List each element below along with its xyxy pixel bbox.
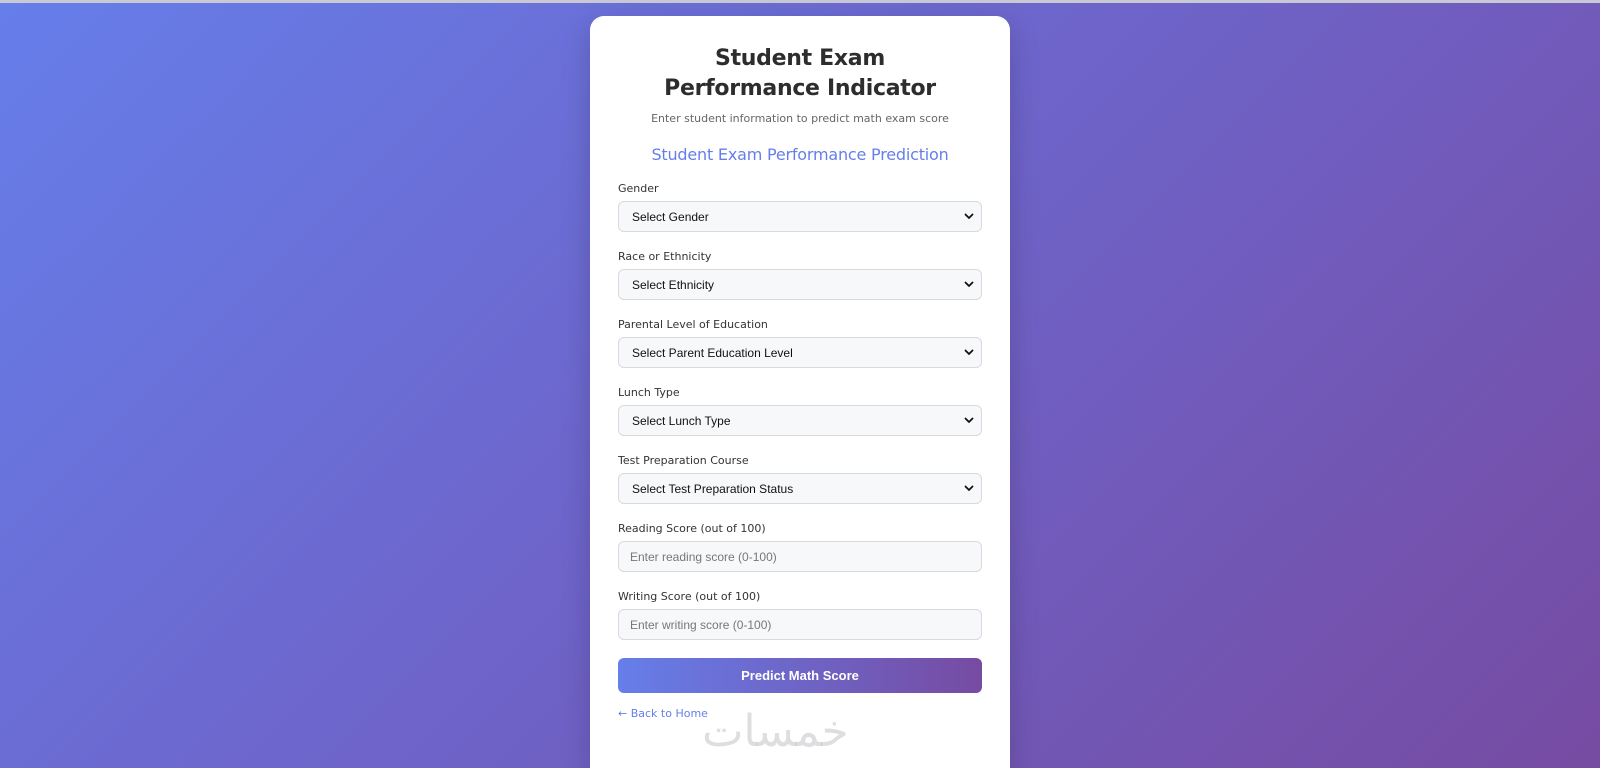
back-home-link[interactable]: ← Back to Home — [618, 707, 708, 720]
page-title: Student Exam Performance Indicator — [664, 46, 936, 101]
prediction-form: Gender Select Gender Race or Ethnicity S… — [618, 182, 982, 721]
parental-education-select-value: Select Parent Education Level — [632, 345, 793, 360]
lunch-select-value: Select Lunch Type — [632, 413, 731, 428]
test-prep-label: Test Preparation Course — [618, 454, 749, 467]
gender-label: Gender — [618, 182, 659, 195]
writing-score-placeholder: Enter writing score (0-100) — [630, 617, 772, 632]
lunch-label: Lunch Type — [618, 386, 680, 399]
chevron-down-icon — [964, 213, 974, 219]
test-prep-select-value: Select Test Preparation Status — [632, 481, 794, 496]
writing-score-label: Writing Score (out of 100) — [618, 590, 761, 603]
writing-score-input[interactable]: Enter writing score (0-100) — [618, 609, 982, 640]
ethnicity-group: Race or Ethnicity Select Ethnicity — [618, 250, 982, 300]
writing-score-group: Writing Score (out of 100) Enter writing… — [618, 590, 982, 640]
chevron-down-icon — [964, 485, 974, 491]
test-prep-select[interactable]: Select Test Preparation Status — [618, 473, 982, 504]
reading-score-label: Reading Score (out of 100) — [618, 522, 766, 535]
gender-group: Gender Select Gender — [618, 182, 982, 232]
lunch-group: Lunch Type Select Lunch Type — [618, 386, 982, 436]
gender-select-value: Select Gender — [632, 209, 709, 224]
chevron-down-icon — [964, 281, 974, 287]
chevron-down-icon — [964, 349, 974, 355]
chevron-down-icon — [964, 417, 974, 423]
parental-education-group: Parental Level of Education Select Paren… — [618, 318, 982, 368]
form-section-title: Student Exam Performance Prediction — [651, 145, 949, 164]
parental-education-select[interactable]: Select Parent Education Level — [618, 337, 982, 368]
parental-education-label: Parental Level of Education — [618, 318, 768, 331]
gender-select[interactable]: Select Gender — [618, 201, 982, 232]
predict-button[interactable]: Predict Math Score — [618, 658, 982, 693]
ethnicity-select-value: Select Ethnicity — [632, 277, 715, 292]
prediction-card: Student Exam Performance Indicator Enter… — [590, 16, 1010, 768]
reading-score-placeholder: Enter reading score (0-100) — [630, 549, 777, 564]
test-prep-group: Test Preparation Course Select Test Prep… — [618, 454, 982, 504]
lunch-select[interactable]: Select Lunch Type — [618, 405, 982, 436]
ethnicity-select[interactable]: Select Ethnicity — [618, 269, 982, 300]
ethnicity-label: Race or Ethnicity — [618, 250, 712, 263]
page-subtitle: Enter student information to predict mat… — [651, 112, 949, 125]
browser-top-border — [0, 0, 1600, 3]
reading-score-group: Reading Score (out of 100) Enter reading… — [618, 522, 982, 572]
reading-score-input[interactable]: Enter reading score (0-100) — [618, 541, 982, 572]
